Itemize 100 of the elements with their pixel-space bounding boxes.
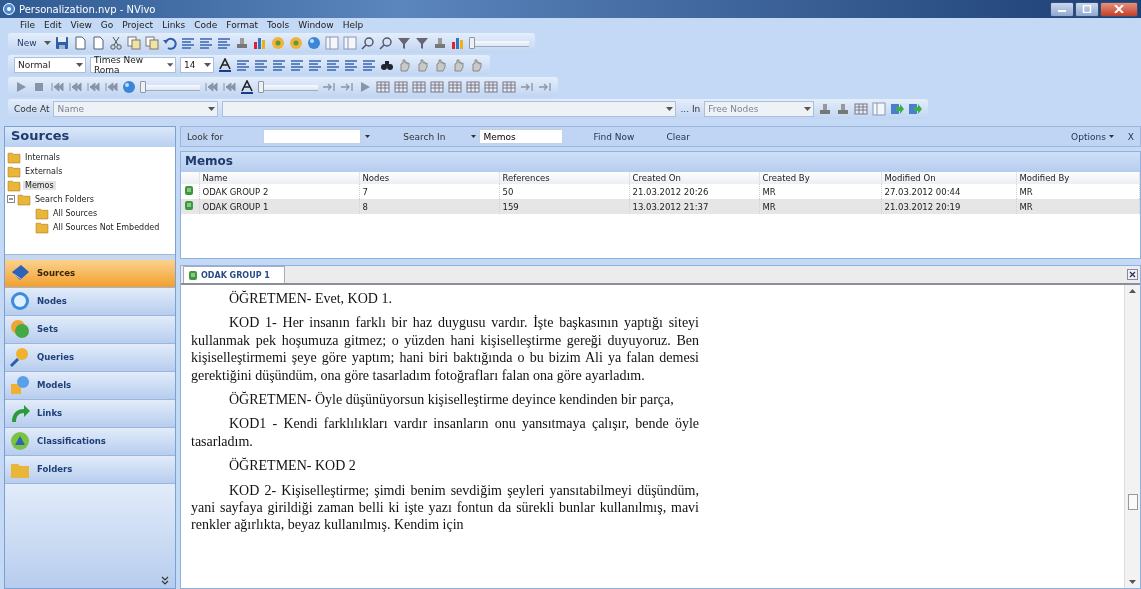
grid-icon[interactable]: [854, 102, 869, 116]
undo-icon[interactable]: [162, 36, 177, 50]
dropdown-field[interactable]: Normal: [14, 57, 86, 73]
dropdown-field[interactable]: Times New Roma: [90, 57, 176, 73]
hand-icon[interactable]: [434, 58, 448, 72]
caret-icon[interactable]: [1109, 135, 1115, 138]
nav-button[interactable]: Folders: [5, 455, 175, 484]
arrow-icon[interactable]: [908, 102, 923, 116]
align-lines-icon[interactable]: [290, 58, 304, 72]
stamp-icon[interactable]: [234, 36, 249, 50]
menu-item[interactable]: View: [70, 20, 92, 30]
collapse-icon[interactable]: [7, 195, 15, 203]
dropdown-field[interactable]: 14: [180, 57, 214, 73]
skip-icon[interactable]: [204, 80, 218, 94]
align-lines-icon[interactable]: [326, 58, 340, 72]
slider-track[interactable]: [258, 81, 318, 93]
slider-thumb[interactable]: [468, 37, 475, 49]
menu-item[interactable]: Project: [122, 20, 154, 30]
column-header[interactable]: Name: [199, 172, 359, 184]
flower-icon[interactable]: [288, 36, 303, 50]
menu-item[interactable]: Tools: [267, 20, 290, 30]
column-header[interactable]: References: [499, 172, 629, 184]
nav-button[interactable]: Links: [5, 399, 175, 428]
search-field[interactable]: [263, 129, 362, 144]
column-header[interactable]: Created On: [629, 172, 759, 184]
close-icon[interactable]: [1127, 269, 1138, 280]
arrow-lines-icon[interactable]: [322, 80, 336, 94]
caret-icon[interactable]: [1129, 289, 1136, 293]
funnel-icon[interactable]: [396, 36, 411, 50]
tree-item[interactable]: All Sources: [51, 208, 100, 218]
grid-icon[interactable]: [484, 80, 498, 94]
grid-icon[interactable]: [394, 80, 408, 94]
grid-icon[interactable]: [466, 80, 480, 94]
grid-icon[interactable]: [448, 80, 462, 94]
menu-item[interactable]: Window: [298, 20, 334, 30]
page-icon[interactable]: [72, 36, 87, 50]
scrollbar[interactable]: [1124, 285, 1140, 588]
hand-icon[interactable]: [416, 58, 430, 72]
column-header[interactable]: Nodes: [359, 172, 499, 184]
letter-a-icon[interactable]: [218, 58, 232, 72]
nav-button[interactable]: Models: [5, 371, 175, 400]
menu-item[interactable]: Edit: [44, 20, 62, 30]
menu-item[interactable]: Help: [342, 20, 364, 30]
chevron-icon[interactable]: [161, 576, 169, 586]
grid-icon[interactable]: [412, 80, 426, 94]
align-lines-icon[interactable]: [308, 58, 322, 72]
slider-thumb[interactable]: [258, 81, 264, 93]
caret-icon[interactable]: [166, 63, 173, 67]
stop-icon[interactable]: [32, 80, 46, 94]
caret-icon[interactable]: [1129, 580, 1136, 584]
align-lines-icon[interactable]: [180, 36, 195, 50]
tree-item[interactable]: Memos: [23, 180, 56, 190]
hand-icon[interactable]: [470, 58, 484, 72]
menu-item[interactable]: Format: [226, 20, 259, 30]
menu-item[interactable]: Go: [100, 20, 114, 30]
close-button[interactable]: [1100, 1, 1138, 17]
caret-icon[interactable]: [470, 135, 476, 138]
sphere-icon[interactable]: [306, 36, 321, 50]
tree-item[interactable]: Search Folders: [33, 194, 96, 204]
copy-icon[interactable]: [126, 36, 141, 50]
skip-icon[interactable]: [50, 80, 64, 94]
column-header[interactable]: Modified By: [1016, 172, 1140, 184]
stamp-icon[interactable]: [432, 36, 447, 50]
slider-track[interactable]: [140, 81, 200, 93]
caret-icon[interactable]: [204, 63, 211, 67]
nav-button[interactable]: Queries: [5, 343, 175, 372]
slider-thumb[interactable]: [140, 81, 146, 93]
skip-icon[interactable]: [68, 80, 82, 94]
panel-icon[interactable]: [324, 36, 339, 50]
letter-a-icon[interactable]: [240, 80, 254, 94]
sphere-icon[interactable]: [122, 80, 136, 94]
align-lines-icon[interactable]: [272, 58, 286, 72]
column-header[interactable]: Created By: [759, 172, 881, 184]
align-lines-icon[interactable]: [198, 36, 213, 50]
copy-icon[interactable]: [144, 36, 159, 50]
close-button[interactable]: X: [1127, 131, 1134, 142]
new-button[interactable]: New: [14, 38, 40, 48]
nav-button[interactable]: Sources: [5, 259, 175, 288]
splitter-grip[interactable]: [5, 253, 175, 260]
stamp-icon[interactable]: [818, 102, 833, 116]
align-lines-icon[interactable]: [344, 58, 358, 72]
nav-button[interactable]: Nodes: [5, 287, 175, 316]
scissors-icon[interactable]: [108, 36, 123, 50]
play-icon[interactable]: [358, 80, 372, 94]
flower-icon[interactable]: [270, 36, 285, 50]
stamp-icon[interactable]: [836, 102, 851, 116]
scroll-thumb[interactable]: [1127, 494, 1138, 510]
bar-chart-icon[interactable]: [252, 36, 267, 50]
document-tab[interactable]: ODAK GROUP 1: [183, 266, 285, 283]
panel-icon[interactable]: [872, 102, 887, 116]
play-icon[interactable]: [14, 80, 28, 94]
caret-icon[interactable]: [364, 135, 370, 138]
grid-icon[interactable]: [502, 80, 516, 94]
grid-icon[interactable]: [430, 80, 444, 94]
tree-item[interactable]: Internals: [23, 152, 62, 162]
search-in-field[interactable]: Memos: [479, 129, 564, 144]
page-icon[interactable]: [90, 36, 105, 50]
arrow-icon[interactable]: [890, 102, 905, 116]
nav-button[interactable]: Classifications: [5, 427, 175, 456]
caret-icon[interactable]: [43, 41, 51, 45]
